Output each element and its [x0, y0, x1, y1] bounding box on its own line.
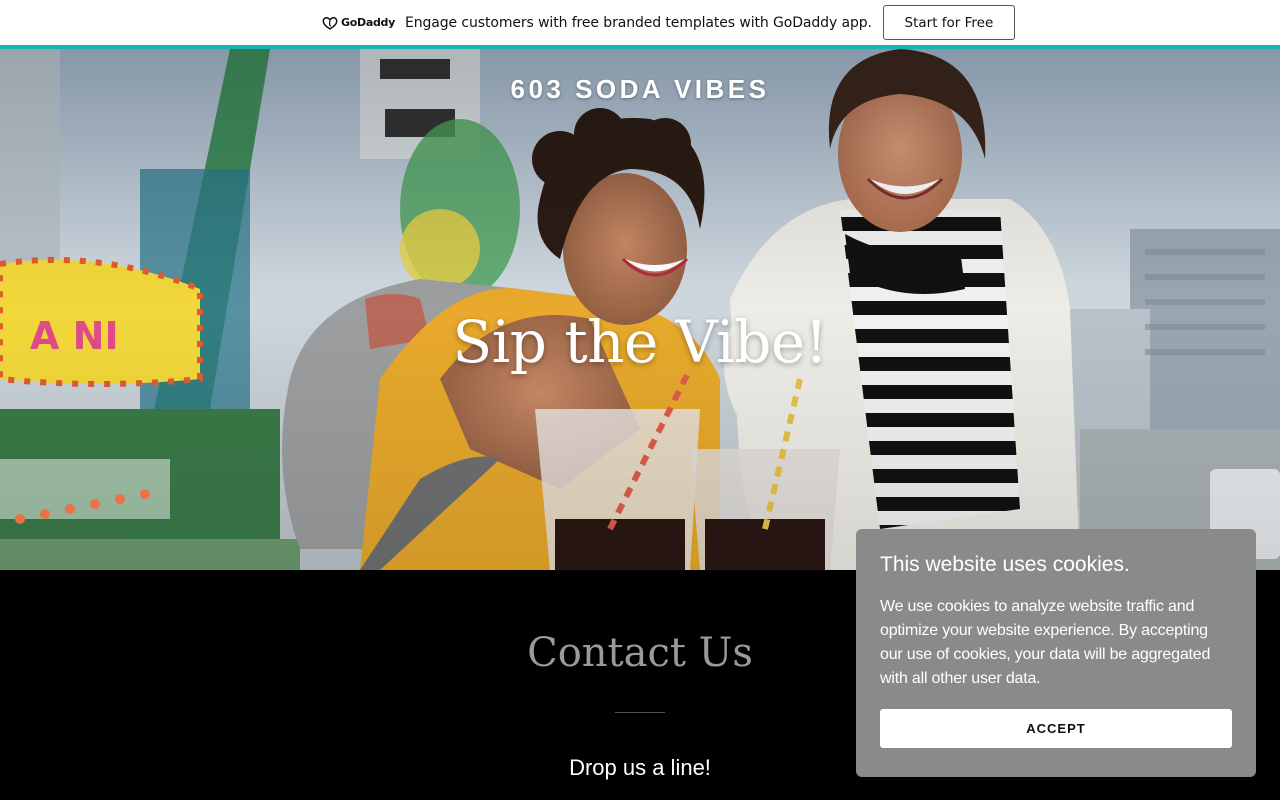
promo-text: Engage customers with free branded templ…: [404, 14, 872, 31]
godaddy-wordmark: GoDaddy: [341, 16, 395, 29]
contact-divider: [615, 712, 665, 713]
start-for-free-button[interactable]: Start for Free: [882, 5, 1015, 40]
godaddy-heart-icon: [322, 16, 338, 30]
accept-cookies-button[interactable]: ACCEPT: [880, 709, 1232, 748]
godaddy-logo[interactable]: GoDaddy: [322, 16, 395, 30]
site-title[interactable]: 603 SODA VIBES: [0, 74, 1280, 105]
cookie-title: This website uses cookies.: [880, 553, 1130, 576]
hero-heading: Sip the Vibe!: [452, 308, 828, 376]
promo-banner: GoDaddy Engage customers with free brand…: [0, 0, 1280, 49]
cookie-banner: This website uses cookies. We use cookie…: [856, 529, 1256, 777]
promo-content: GoDaddy Engage customers with free brand…: [322, 4, 1015, 41]
hero-section: A NI: [0, 49, 1280, 570]
cookie-body: We use cookies to analyze website traffi…: [880, 598, 1211, 687]
